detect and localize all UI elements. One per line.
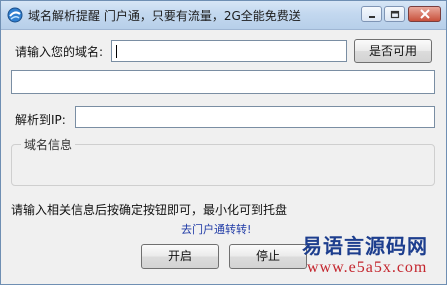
start-button[interactable]: 开启 [141,244,219,269]
result-field[interactable] [11,70,435,94]
app-window: 域名解析提醒 门户通，只要有流量，2G全能免费送 请输入您的域名: 是否可用 解… [0,0,447,285]
watermark-text: 易语言源码网 [302,234,428,258]
stop-button[interactable]: 停止 [229,244,307,269]
window-title: 域名解析提醒 门户通，只要有流量，2G全能免费送 [28,9,301,23]
domain-info-title: 域名信息 [21,136,76,153]
ip-input[interactable] [75,106,435,128]
hint-text: 请输入相关信息后按确定按钮即可，最小化可到托盘 [11,203,288,217]
minimize-icon [369,16,375,18]
close-icon [420,9,430,19]
ip-label: 解析到IP: [15,113,66,127]
watermark-url: www.e5a5x.com [307,259,428,276]
check-availability-button[interactable]: 是否可用 [354,39,432,63]
domain-label: 请输入您的域名: [15,45,104,59]
app-icon [7,7,23,23]
minimize-button[interactable] [361,6,382,22]
close-button[interactable] [408,6,441,22]
maximize-icon [390,10,400,19]
title-bar[interactable]: 域名解析提醒 门户通，只要有流量，2G全能免费送 [1,1,446,30]
domain-input[interactable] [111,40,347,62]
portal-link[interactable]: 去门户通转转! [181,221,251,237]
text-caret [116,45,117,58]
maximize-button[interactable] [384,6,405,22]
